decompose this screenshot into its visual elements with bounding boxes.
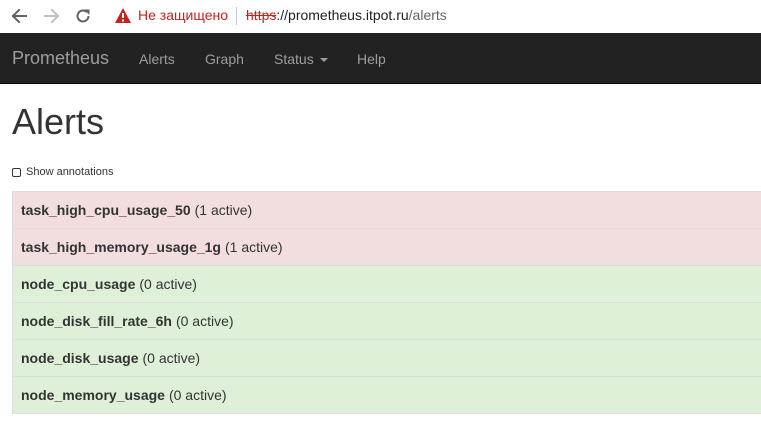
show-annotations-toggle[interactable]: Show annotations bbox=[12, 165, 113, 179]
url-path: /alerts bbox=[408, 7, 447, 23]
alert-name: node_disk_fill_rate_6h bbox=[21, 313, 172, 329]
warning-icon[interactable] bbox=[114, 7, 132, 24]
alert-row[interactable]: node_cpu_usage (0 active) bbox=[12, 266, 761, 303]
alert-name: node_cpu_usage bbox=[21, 276, 136, 292]
alert-name: task_high_memory_usage_1g bbox=[21, 239, 221, 255]
back-arrow-icon[interactable] bbox=[8, 5, 30, 27]
nav-graph[interactable]: Graph bbox=[205, 49, 244, 69]
navbar: Prometheus Alerts Graph Status Help bbox=[0, 33, 761, 84]
alert-row[interactable]: node_disk_usage (0 active) bbox=[12, 340, 761, 377]
alert-name: task_high_cpu_usage_50 bbox=[21, 202, 191, 218]
show-annotations-label: Show annotations bbox=[26, 166, 114, 178]
alert-active-count: (0 active) bbox=[142, 350, 201, 366]
alert-row[interactable]: task_high_memory_usage_1g (1 active) bbox=[12, 229, 761, 266]
forward-arrow-icon[interactable] bbox=[41, 5, 63, 27]
nav-status-label: Status bbox=[274, 51, 314, 67]
alert-active-count: (0 active) bbox=[139, 276, 197, 292]
browser-toolbar: Не защищено https://prometheus.itpot.ru/… bbox=[0, 0, 761, 32]
alert-row[interactable]: node_memory_usage (0 active) bbox=[12, 377, 761, 414]
nav-alerts[interactable]: Alerts bbox=[139, 49, 175, 69]
brand-link[interactable]: Prometheus bbox=[12, 48, 109, 68]
alerts-table: task_high_cpu_usage_50 (1 active) task_h… bbox=[12, 191, 761, 414]
caret-down-icon bbox=[319, 58, 328, 63]
show-annotations-checkbox[interactable] bbox=[12, 167, 21, 177]
url-host: ://prometheus.itpot.ru bbox=[276, 7, 409, 23]
reload-icon[interactable] bbox=[72, 5, 94, 27]
url-divider bbox=[236, 7, 237, 25]
alert-active-count: (0 active) bbox=[168, 387, 227, 403]
address-bar[interactable]: https://prometheus.itpot.ru/alerts bbox=[246, 6, 447, 25]
nav-help[interactable]: Help bbox=[357, 49, 386, 69]
page-title: Alerts bbox=[12, 101, 105, 142]
alert-active-count: (1 active) bbox=[224, 239, 283, 255]
security-warning-label[interactable]: Не защищено bbox=[138, 6, 228, 25]
alert-name: node_memory_usage bbox=[21, 387, 165, 403]
alert-active-count: (0 active) bbox=[175, 313, 234, 329]
alert-row[interactable]: node_disk_fill_rate_6h (0 active) bbox=[12, 303, 761, 340]
alert-name: node_disk_usage bbox=[21, 350, 139, 366]
alert-row[interactable]: task_high_cpu_usage_50 (1 active) bbox=[12, 192, 761, 229]
alert-active-count: (1 active) bbox=[194, 202, 253, 218]
url-scheme: https bbox=[246, 7, 277, 23]
nav-status-dropdown[interactable]: Status bbox=[274, 49, 328, 69]
